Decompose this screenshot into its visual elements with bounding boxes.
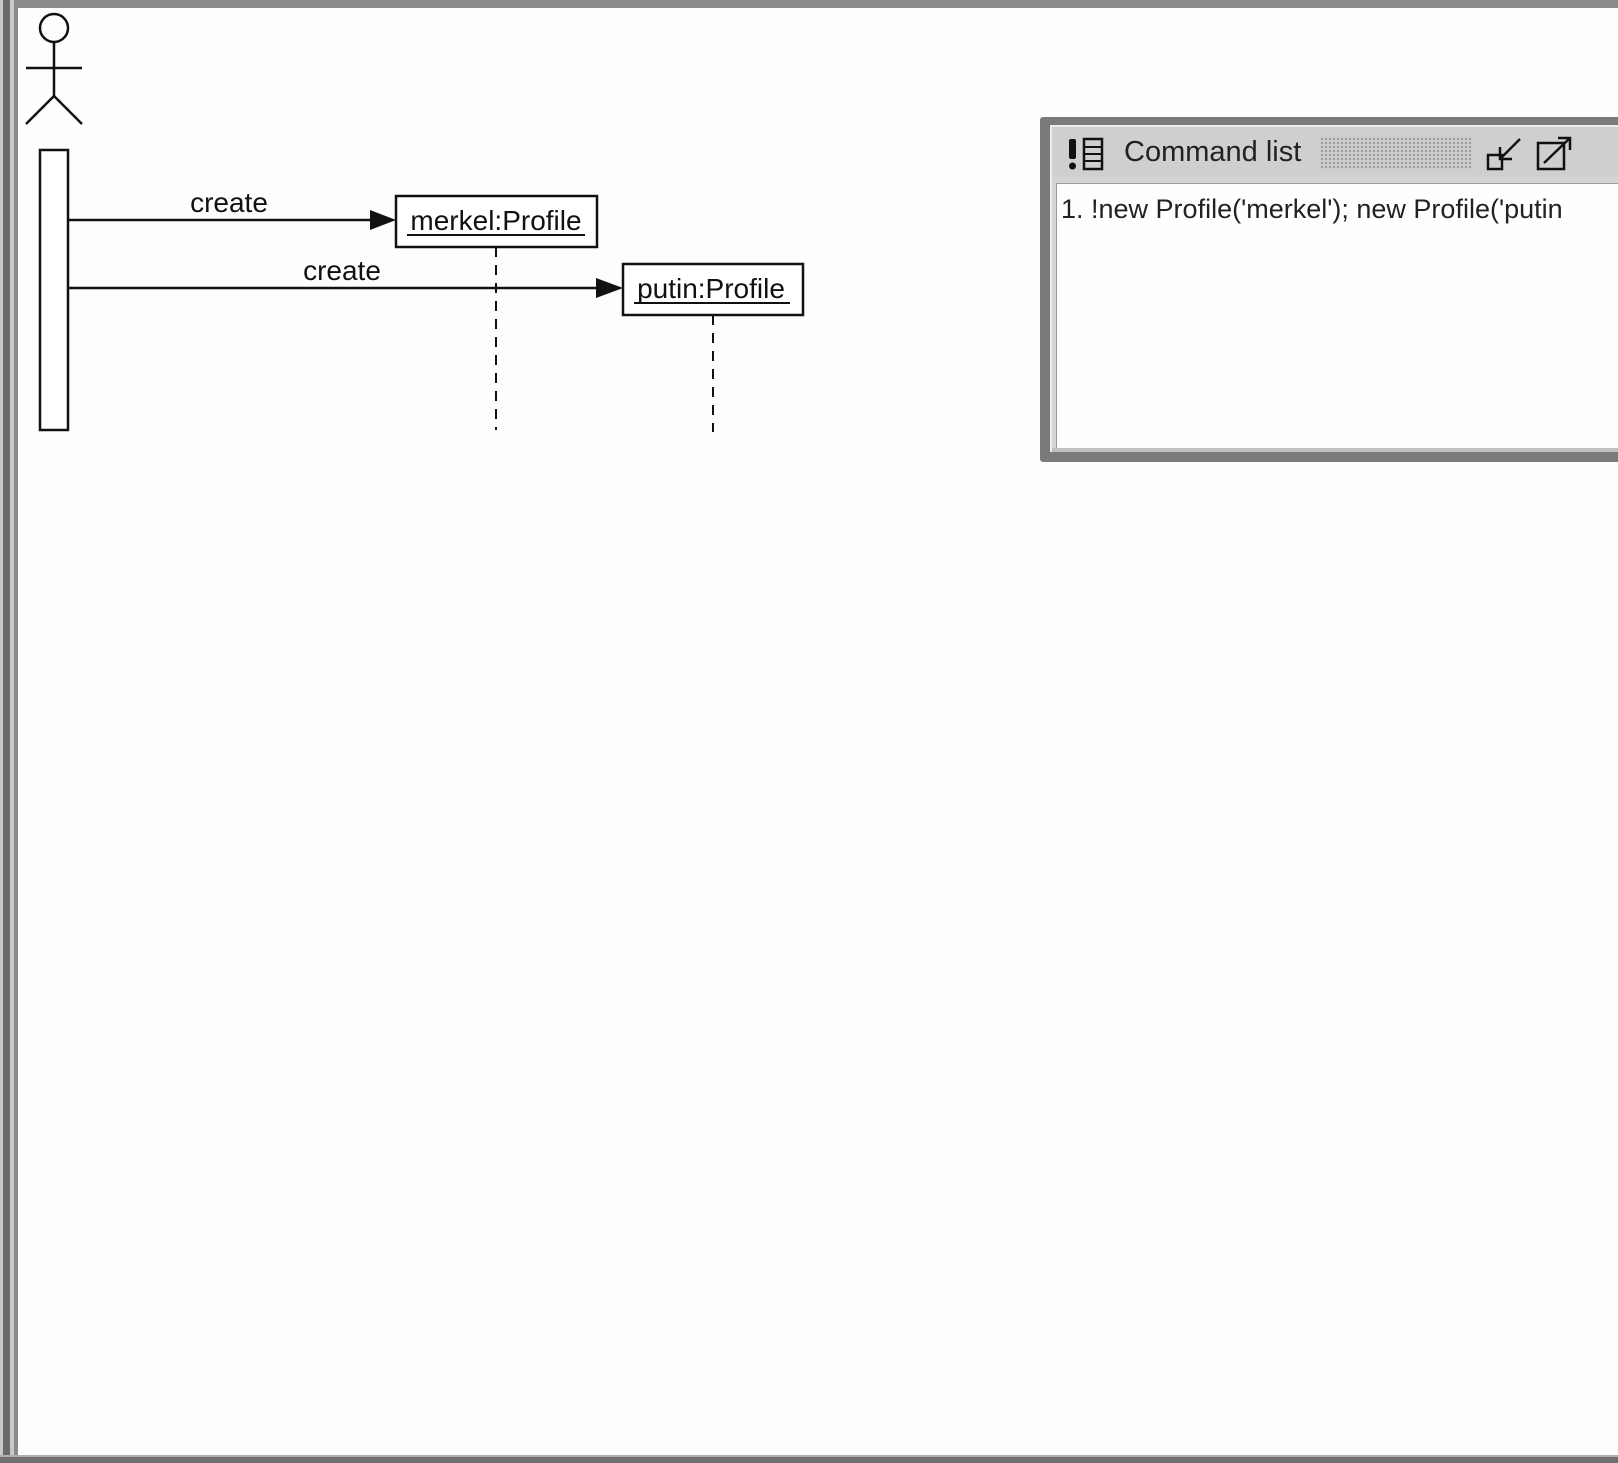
message-label[interactable]: create — [303, 255, 381, 286]
command-list-title: Command list — [1124, 136, 1302, 168]
command-list-icon — [1069, 137, 1104, 171]
object-box[interactable]: merkel:Profile — [394, 194, 599, 249]
command-list-window[interactable]: Command list 1. !new Profile('merkel'); … — [1040, 117, 1618, 462]
message-arrowhead — [596, 278, 623, 298]
message-arrowhead — [370, 210, 396, 230]
sequence-diagram: create create merkel:Profile putin:Profi… — [25, 12, 805, 432]
command-list-window-body: Command list 1. !new Profile('merkel'); … — [1050, 125, 1618, 452]
command-list-item[interactable]: 1. !new Profile('merkel'); new Profile('… — [1061, 194, 1563, 225]
object-label: merkel:Profile — [410, 205, 581, 236]
actor-activation-bar[interactable] — [38, 148, 70, 432]
command-list-titlebar[interactable]: Command list — [1052, 127, 1618, 177]
command-list-bottom-edge — [1052, 448, 1618, 452]
window-bottom-border — [0, 1455, 1618, 1463]
maximize-icon[interactable] — [1536, 135, 1574, 173]
object-box[interactable]: putin:Profile — [621, 262, 805, 317]
message-label[interactable]: create — [190, 187, 268, 218]
iconify-icon[interactable] — [1486, 135, 1524, 173]
command-list-content[interactable]: 1. !new Profile('merkel'); new Profile('… — [1056, 183, 1618, 448]
object-label: putin:Profile — [637, 273, 785, 304]
titlebar-grip — [1320, 137, 1472, 169]
actor-icon[interactable] — [25, 12, 83, 125]
